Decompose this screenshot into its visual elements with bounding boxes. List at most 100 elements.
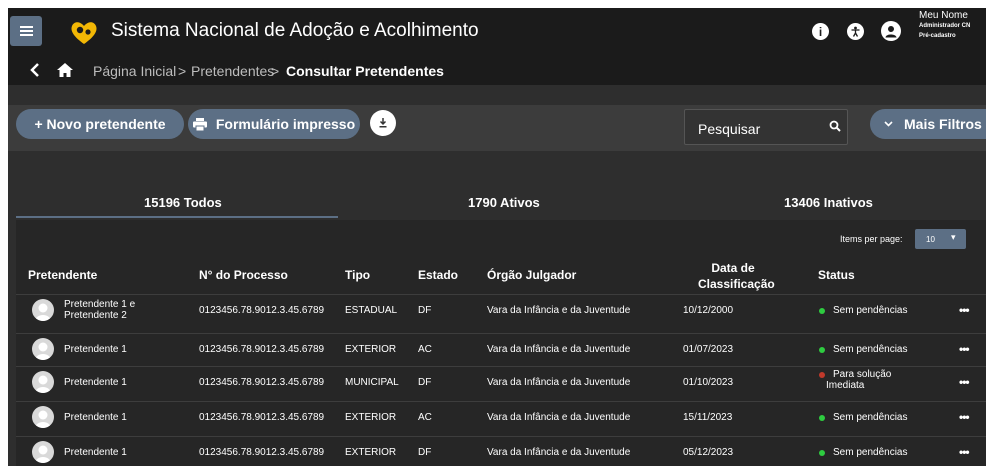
items-per-page-value: 10 [926,235,935,244]
person-avatar-icon [32,299,54,321]
table-row[interactable]: Pretendente 1 0123456.78.9012.3.45.6789 … [16,333,986,364]
printed-form-button[interactable]: Formulário impresso [188,109,360,139]
orgao-cell: Vara da Infância e da Juventude [487,344,631,355]
printer-icon [192,117,207,131]
user-status: Pré-cadastro [919,33,956,39]
user-role: Administrador CN [919,23,971,29]
tab-inativos[interactable]: 13406 Inativos [784,195,873,210]
search-placeholder: Pesquisar [698,121,761,137]
row-actions-button[interactable]: ••• [959,342,970,356]
status-badge: Sem pendências [833,344,908,355]
table-row[interactable]: Pretendente 1 0123456.78.9012.3.45.6789 … [16,401,986,432]
pretendente-name[interactable]: Pretendente 1 [64,412,127,423]
active-tab-indicator [16,216,338,218]
new-pretendente-button[interactable]: + Novo pretendente [16,109,184,139]
tab-todos[interactable]: 15196 Todos [144,195,222,210]
chevron-down-icon: ▾ [951,232,956,242]
row-actions-button[interactable]: ••• [959,375,970,389]
chevron-down-icon [884,121,893,127]
process-number: 0123456.78.9012.3.45.6789 [199,305,325,316]
user-icon [885,26,897,38]
data-cell: 10/12/2000 [683,305,734,316]
orgao-cell: Vara da Infância e da Juventude [487,305,631,316]
breadcrumb-separator: > [178,63,187,79]
orgao-cell: Vara da Infância e da Juventude [487,447,631,458]
estado-cell: DF [418,305,432,316]
items-per-page-select[interactable]: 10 ▾ [915,229,966,249]
column-header-orgao[interactable]: Órgão Julgador [487,268,576,282]
person-avatar-icon [32,371,54,393]
tab-ativos[interactable]: 1790 Ativos [468,195,540,210]
status-badge: Sem pendências [833,412,908,423]
data-cell: 15/11/2023 [683,412,733,423]
status-badge: Sem pendências [833,305,908,316]
status-dot-icon [819,450,825,456]
data-cell: 05/12/2023 [683,447,734,458]
data-cell: 01/10/2023 [683,377,734,388]
pretendente-name[interactable]: Pretendente 1 e Pretendente 2 [64,299,144,321]
pretendente-name[interactable]: Pretendente 1 [64,344,127,355]
process-number: 0123456.78.9012.3.45.6789 [199,447,325,458]
top-header: Sistema Nacional de Adoção e Acolhimento… [8,8,986,55]
process-number: 0123456.78.9012.3.45.6789 [199,377,325,388]
table-row[interactable]: Pretendente 1 0123456.78.9012.3.45.6789 … [16,436,986,466]
more-filters-button[interactable]: Mais Filtros [870,109,986,139]
orgao-cell: Vara da Infância e da Juventude [487,412,631,423]
column-header-processo[interactable]: N° do Processo [199,268,288,282]
table-row[interactable]: Pretendente 1 e Pretendente 2 0123456.78… [16,294,986,325]
column-header-pretendente[interactable]: Pretendente [28,268,97,282]
estado-cell: AC [418,412,432,423]
column-header-status[interactable]: Status [818,268,855,282]
items-per-page-label: Items per page: [840,234,903,244]
search-input[interactable]: Pesquisar [684,109,848,145]
status-dot-icon [819,415,825,421]
logo-icon [71,22,97,44]
tipo-cell: EXTERIOR [345,344,397,355]
status-badge: Sem pendências [833,447,908,458]
breadcrumb-home[interactable]: Página Inicial [93,63,176,79]
accessibility-icon[interactable] [847,23,864,40]
download-icon [379,118,387,128]
app-title: Sistema Nacional de Adoção e Acolhimento [111,20,479,41]
row-actions-button[interactable]: ••• [959,410,970,424]
status-dot-icon [819,308,825,314]
more-filters-label: Mais Filtros [904,116,982,132]
estado-cell: AC [418,344,432,355]
column-header-data[interactable]: Data de Classificação [698,260,775,292]
data-cell: 01/07/2023 [683,344,734,355]
home-icon[interactable] [57,63,73,77]
status-dot-icon [819,372,825,378]
download-button[interactable] [370,110,396,136]
back-arrow-icon[interactable] [30,63,40,77]
column-header-estado[interactable]: Estado [418,268,458,282]
status-badge: Para solução Imediata [826,369,892,391]
pretendente-name[interactable]: Pretendente 1 [64,377,127,388]
breadcrumb-current: Consultar Pretendentes [286,63,444,79]
search-icon[interactable] [829,120,841,132]
hamburger-menu-icon [19,26,33,36]
tipo-cell: ESTADUAL [345,305,398,316]
tipo-cell: MUNICIPAL [345,377,399,388]
user-name: Meu Nome [919,10,968,21]
breadcrumb-separator: > [271,63,280,79]
info-icon[interactable]: i [812,23,829,40]
person-avatar-icon [32,338,54,360]
pretendente-name[interactable]: Pretendente 1 [64,447,127,458]
breadcrumb: Página Inicial > Pretendentes > Consulta… [8,55,986,85]
status-dot-icon [819,347,825,353]
person-avatar-icon [32,441,54,463]
column-header-tipo[interactable]: Tipo [345,268,370,282]
row-actions-button[interactable]: ••• [959,445,970,459]
table-row[interactable]: Pretendente 1 0123456.78.9012.3.45.6789 … [16,366,986,397]
breadcrumb-pretendentes[interactable]: Pretendentes [191,63,274,79]
app-window: Sistema Nacional de Adoção e Acolhimento… [8,8,986,466]
row-actions-button[interactable]: ••• [959,303,970,317]
orgao-cell: Vara da Infância e da Juventude [487,377,631,388]
process-number: 0123456.78.9012.3.45.6789 [199,412,325,423]
hamburger-menu-button[interactable] [10,16,42,46]
tipo-cell: EXTERIOR [345,412,397,423]
tipo-cell: EXTERIOR [345,447,397,458]
user-avatar[interactable] [881,21,901,41]
estado-cell: DF [418,377,432,388]
process-number: 0123456.78.9012.3.45.6789 [199,344,325,355]
